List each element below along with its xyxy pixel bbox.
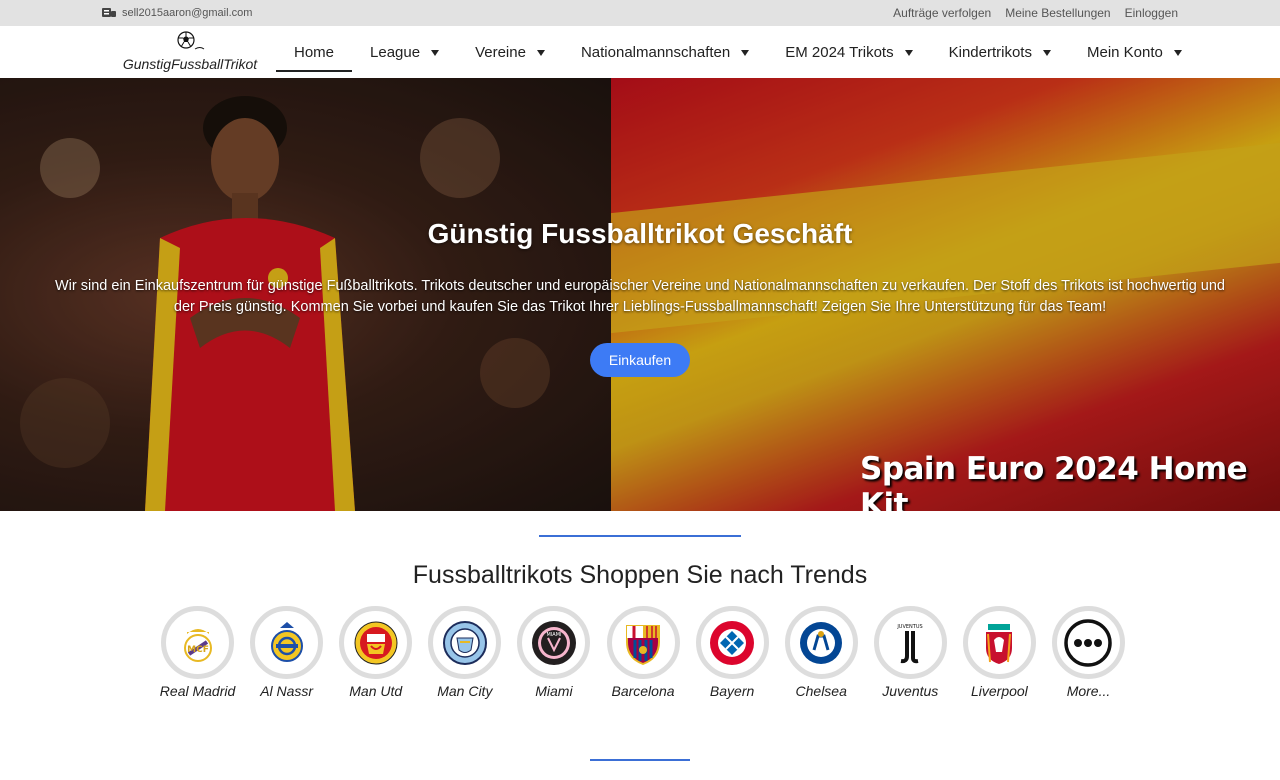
barcelona-crest-icon (626, 624, 661, 665)
hero-banner: Günstig Fussballtrikot Geschäft Wir sind… (0, 78, 1280, 511)
team-juventus[interactable]: JUVENTUS Juventus (866, 606, 955, 701)
team-carousel: MCF Real Madrid Al Nassr Man Utd Man Cit… (153, 606, 1133, 701)
track-orders-link[interactable]: Aufträge verfolgen (893, 6, 991, 20)
nav-mein-konto-label: Mein Konto (1086, 43, 1163, 61)
team-logo-ring (784, 606, 858, 679)
team-name: Chelsea (795, 683, 847, 699)
my-orders-link[interactable]: Meine Bestellungen (1005, 6, 1110, 20)
hero-description: Wir sind ein Einkaufszentrum für günstig… (55, 278, 1225, 315)
team-real-madrid[interactable]: MCF Real Madrid (153, 606, 242, 701)
svg-text:JUVENTUS: JUVENTUS (897, 624, 923, 630)
team-bayern[interactable]: Bayern (688, 606, 777, 701)
team-logo-ring (1051, 606, 1125, 679)
team-name: Liverpool (970, 683, 1028, 699)
team-logo-ring (339, 606, 413, 679)
nav-home-label: Home (294, 43, 335, 61)
hero-title: Günstig Fussballtrikot Geschäft (427, 218, 853, 249)
kit-caption: Spain Euro 2024 Home Kit (860, 451, 1248, 511)
logo-text: GunstigFussballTrikot (122, 56, 258, 72)
team-logo-ring (606, 606, 680, 679)
liverpool-crest-icon (986, 623, 1013, 664)
site-logo[interactable]: GunstigFussballTrikot (120, 30, 260, 76)
team-barcelona[interactable]: Barcelona (598, 606, 687, 701)
nav-nationalmannschaften[interactable]: Nationalmannschaften (563, 26, 767, 78)
account-links: Aufträge verfolgen Meine Bestellungen Ei… (893, 6, 1178, 20)
primary-nav: Home League Vereine Nationalmannschaften… (276, 26, 1200, 78)
contact-email-text: sell2015aaron@gmail.com (122, 6, 253, 19)
team-logo-ring: MCF (161, 606, 235, 679)
section-divider (539, 535, 741, 537)
caret-down-icon (741, 49, 750, 56)
caret-down-icon (1173, 49, 1182, 56)
juventus-crest-icon: JUVENTUS (897, 624, 923, 663)
top-bar: sell2015aaron@gmail.com Aufträge verfolg… (0, 0, 1280, 26)
team-name: More... (1066, 683, 1111, 699)
nav-nationalmannschaften-label: Nationalmannschaften (580, 43, 731, 61)
team-man-city[interactable]: Man City (420, 606, 509, 701)
team-more[interactable]: More... (1044, 606, 1133, 701)
nav-kindertrikots[interactable]: Kindertrikots (931, 26, 1069, 78)
team-logo-ring: JUVENTUS (873, 606, 947, 679)
team-man-utd[interactable]: Man Utd (331, 606, 420, 701)
caret-down-icon (904, 49, 913, 56)
caret-down-icon (431, 49, 440, 56)
nav-vereine-label: Vereine (475, 43, 526, 61)
nav-league-label: League (370, 43, 421, 61)
team-miami[interactable]: MIAMI Miami (509, 606, 598, 701)
main-navbar: GunstigFussballTrikot Home League Verein… (0, 26, 1280, 78)
contact-email[interactable]: sell2015aaron@gmail.com (102, 6, 252, 19)
team-liverpool[interactable]: Liverpool (955, 606, 1044, 701)
team-logo-ring (962, 606, 1036, 679)
bayern-crest-icon (710, 620, 755, 665)
nav-home[interactable]: Home (276, 26, 353, 78)
team-logo-ring: MIAMI (517, 606, 591, 679)
al-nassr-crest-icon (270, 621, 303, 662)
login-link[interactable]: Einloggen (1125, 6, 1178, 20)
team-logo-ring (428, 606, 502, 679)
team-name: Barcelona (611, 683, 675, 699)
nav-em-2024-label: EM 2024 Trikots (785, 43, 894, 61)
nav-league[interactable]: League (352, 26, 457, 78)
team-name: Juventus (882, 683, 939, 699)
trends-section-title: Fussballtrikots Shoppen Sie nach Trends (412, 561, 868, 589)
more-dots-icon (1064, 618, 1113, 667)
shop-now-button[interactable]: Einkaufen (590, 343, 690, 377)
nav-mein-konto[interactable]: Mein Konto (1069, 26, 1200, 78)
team-chelsea[interactable]: Chelsea (777, 606, 866, 701)
email-icon (102, 8, 116, 17)
nav-em-2024-trikots[interactable]: EM 2024 Trikots (767, 26, 930, 78)
nav-vereine[interactable]: Vereine (457, 26, 563, 78)
svg-text:MCF: MCF (187, 645, 209, 655)
man-city-crest-icon (442, 620, 487, 665)
team-al-nassr[interactable]: Al Nassr (242, 606, 331, 701)
nav-kindertrikots-label: Kindertrikots (948, 43, 1032, 61)
team-name: Al Nassr (260, 683, 314, 699)
team-name: Man Utd (349, 683, 403, 699)
team-logo-ring (250, 606, 324, 679)
caret-down-icon (536, 49, 545, 56)
football-logo-icon (177, 31, 205, 50)
chelsea-crest-icon (800, 621, 843, 664)
section-divider (590, 759, 690, 761)
team-name: Bayern (709, 683, 755, 699)
team-logo-ring (695, 606, 769, 679)
team-name: Real Madrid (159, 683, 236, 699)
svg-text:MIAMI: MIAMI (546, 632, 561, 638)
caret-down-icon (1042, 49, 1051, 56)
team-name: Man City (437, 683, 493, 699)
man-utd-crest-icon (354, 621, 398, 664)
real-madrid-crest-icon: MCF (183, 628, 212, 662)
inter-miami-crest-icon: MIAMI (531, 620, 576, 665)
team-name: Miami (535, 683, 573, 699)
